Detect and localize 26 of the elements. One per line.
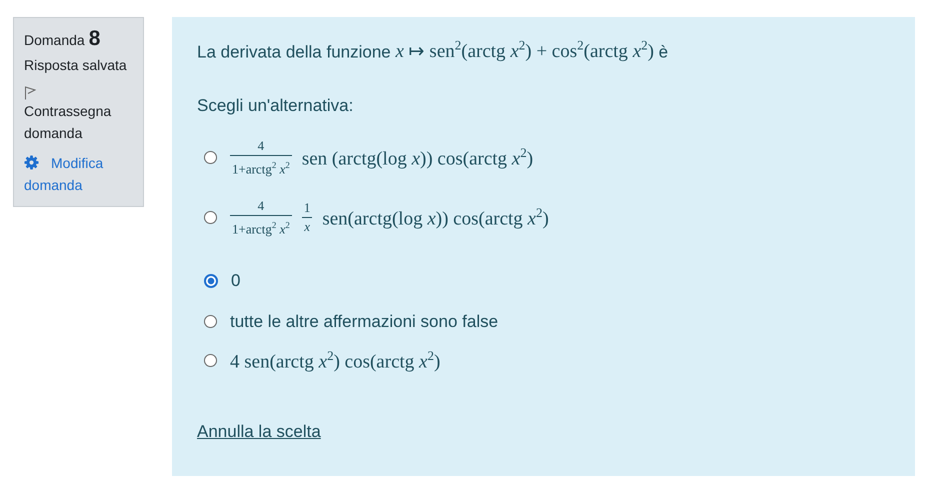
fraction-numerator: 1 (302, 200, 312, 217)
fraction-denominator: 1+arctg$^{2}$ x$^{2}$ (230, 154, 292, 177)
radio-button[interactable] (204, 315, 217, 328)
fraction-denominator: x (302, 216, 312, 235)
answer-label[interactable]: tutte le altre affermazioni sono false (230, 312, 498, 332)
question-text: La derivata della funzione x ↦ sen$^{2}$(arctg x$^{2}$) + cos$^{2}$(arctg x$^{2}$) è (197, 37, 670, 64)
radio-button[interactable] (204, 274, 218, 288)
answer-formula[interactable]: sen (arctg(log x)) cos(arctg x$^{2}$) (302, 144, 534, 170)
radio-button[interactable] (204, 150, 217, 164)
question-label: Domanda (24, 31, 85, 50)
answer-formula[interactable]: sen(arctg(log x)) cos(arctg x$^{2}$) (322, 204, 549, 230)
radio-button[interactable] (204, 210, 217, 224)
fraction-numerator: 4 (256, 198, 266, 215)
radio-button[interactable] (204, 354, 217, 368)
clear-choice-link[interactable]: Annulla la scelta (197, 422, 321, 442)
flag-question-link[interactable]: Contrassegna domanda (24, 100, 133, 144)
answer-prompt: Scegli un'alternativa: (197, 95, 354, 118)
fraction-denominator: 1+arctg$^{2}$ x$^{2}$ (230, 214, 292, 237)
settings-icon[interactable] (24, 155, 39, 170)
answer-formula[interactable]: 4 sen(arctg x$^{2}$) cos(arctg x$^{2}$) (230, 348, 440, 374)
question-number: 8 (88, 28, 100, 50)
question-status: Risposta salvata (24, 56, 128, 75)
edit-question-link[interactable]: Modifica domanda (24, 152, 133, 196)
fraction-numerator: 4 (256, 138, 266, 155)
answer-label[interactable]: 0 (231, 270, 240, 291)
flag-icon[interactable] (24, 86, 36, 100)
